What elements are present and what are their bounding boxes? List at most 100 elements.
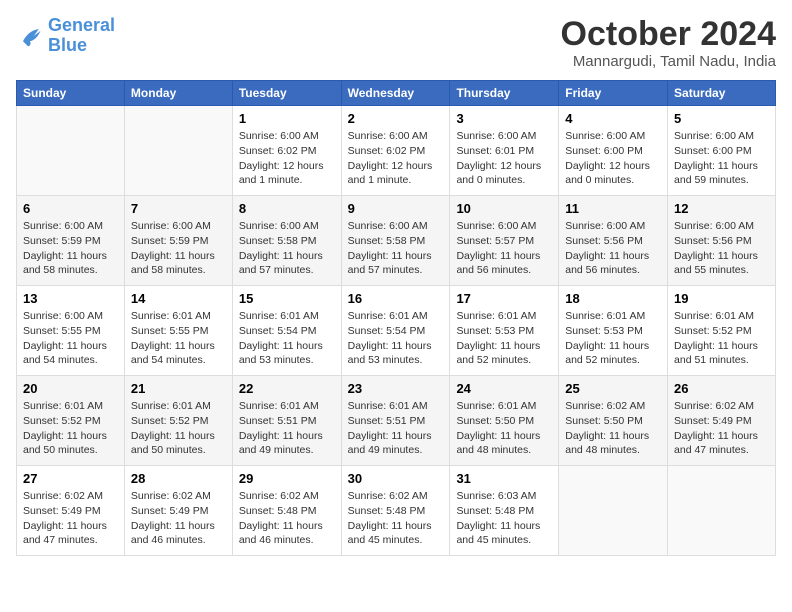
day-number: 3 [456, 111, 552, 126]
day-info: Sunrise: 6:00 AMSunset: 6:00 PMDaylight:… [674, 129, 769, 188]
day-number: 21 [131, 381, 226, 396]
day-info: Sunrise: 6:00 AMSunset: 5:59 PMDaylight:… [131, 219, 226, 278]
calendar-cell: 24 Sunrise: 6:01 AMSunset: 5:50 PMDayligh… [450, 376, 559, 466]
day-number: 7 [131, 201, 226, 216]
logo-text: General Blue [48, 16, 115, 56]
day-info: Sunrise: 6:02 AMSunset: 5:50 PMDaylight:… [565, 399, 661, 458]
day-number: 1 [239, 111, 335, 126]
day-info: Sunrise: 6:03 AMSunset: 5:48 PMDaylight:… [456, 489, 552, 548]
weekday-header: Thursday [450, 81, 559, 106]
day-number: 15 [239, 291, 335, 306]
calendar-cell: 28Sunrise: 6:02 AMSunset: 5:49 PMDayligh… [124, 466, 232, 556]
day-number: 17 [456, 291, 552, 306]
calendar-cell: 10Sunrise: 6:00 AMSunset: 5:57 PMDayligh… [450, 196, 559, 286]
day-number: 30 [348, 471, 444, 486]
calendar-cell: 21 Sunrise: 6:01 AMSunset: 5:52 PMDayligh… [124, 376, 232, 466]
calendar-cell: 27 Sunrise: 6:02 AMSunset: 5:49 PMDayligh… [17, 466, 125, 556]
calendar-cell [668, 466, 776, 556]
calendar-cell: 26Sunrise: 6:02 AMSunset: 5:49 PMDayligh… [668, 376, 776, 466]
calendar-cell: 23 Sunrise: 6:01 AMSunset: 5:51 PMDayligh… [341, 376, 450, 466]
weekday-header: Monday [124, 81, 232, 106]
day-info: Sunrise: 6:01 AMSunset: 5:54 PMDaylight:… [348, 309, 444, 368]
day-number: 14 [131, 291, 226, 306]
day-number: 10 [456, 201, 552, 216]
day-number: 6 [23, 201, 118, 216]
day-info: Sunrise: 6:00 AMSunset: 5:58 PMDaylight:… [348, 219, 444, 278]
calendar-cell: 9 Sunrise: 6:00 AMSunset: 5:58 PMDaylight… [341, 196, 450, 286]
day-number: 2 [348, 111, 444, 126]
day-number: 9 [348, 201, 444, 216]
day-info: Sunrise: 6:01 AMSunset: 5:52 PMDaylight:… [131, 399, 226, 458]
day-info: Sunrise: 6:00 AMSunset: 6:02 PMDaylight:… [239, 129, 335, 188]
calendar-cell: 17Sunrise: 6:01 AMSunset: 5:53 PMDayligh… [450, 286, 559, 376]
calendar-cell: 29 Sunrise: 6:02 AMSunset: 5:48 PMDayligh… [232, 466, 341, 556]
calendar-cell: 1 Sunrise: 6:00 AMSunset: 6:02 PMDaylight… [232, 106, 341, 196]
day-info: Sunrise: 6:00 AMSunset: 5:58 PMDaylight:… [239, 219, 335, 278]
logo: General Blue [16, 16, 115, 56]
day-number: 8 [239, 201, 335, 216]
calendar-cell [17, 106, 125, 196]
weekday-header-row: SundayMondayTuesdayWednesdayThursdayFrid… [17, 81, 776, 106]
day-info: Sunrise: 6:00 AMSunset: 6:00 PMDaylight:… [565, 129, 661, 188]
calendar-week-row: 27 Sunrise: 6:02 AMSunset: 5:49 PMDayligh… [17, 466, 776, 556]
day-number: 19 [674, 291, 769, 306]
day-number: 13 [23, 291, 118, 306]
day-number: 25 [565, 381, 661, 396]
weekday-header: Tuesday [232, 81, 341, 106]
calendar-cell: 19Sunrise: 6:01 AMSunset: 5:52 PMDayligh… [668, 286, 776, 376]
weekday-header: Saturday [668, 81, 776, 106]
day-number: 20 [23, 381, 118, 396]
calendar-week-row: 1 Sunrise: 6:00 AMSunset: 6:02 PMDaylight… [17, 106, 776, 196]
page-header: General Blue October 2024 Mannargudi, Ta… [16, 16, 776, 70]
calendar-cell: 31 Sunrise: 6:03 AMSunset: 5:48 PMDayligh… [450, 466, 559, 556]
day-info: Sunrise: 6:02 AMSunset: 5:48 PMDaylight:… [348, 489, 444, 548]
day-info: Sunrise: 6:02 AMSunset: 5:48 PMDaylight:… [239, 489, 335, 548]
calendar-cell: 2 Sunrise: 6:00 AMSunset: 6:02 PMDaylight… [341, 106, 450, 196]
calendar-cell: 22Sunrise: 6:01 AMSunset: 5:51 PMDayligh… [232, 376, 341, 466]
day-info: Sunrise: 6:01 AMSunset: 5:50 PMDaylight:… [456, 399, 552, 458]
day-info: Sunrise: 6:01 AMSunset: 5:53 PMDaylight:… [565, 309, 661, 368]
calendar-cell: 8 Sunrise: 6:00 AMSunset: 5:58 PMDaylight… [232, 196, 341, 286]
calendar-cell: 30 Sunrise: 6:02 AMSunset: 5:48 PMDayligh… [341, 466, 450, 556]
day-number: 31 [456, 471, 552, 486]
calendar-cell: 20Sunrise: 6:01 AMSunset: 5:52 PMDayligh… [17, 376, 125, 466]
calendar-cell: 13Sunrise: 6:00 AMSunset: 5:55 PMDayligh… [17, 286, 125, 376]
month-title: October 2024 [561, 16, 776, 53]
day-number: 18 [565, 291, 661, 306]
day-info: Sunrise: 6:01 AMSunset: 5:55 PMDaylight:… [131, 309, 226, 368]
calendar-cell: 5 Sunrise: 6:00 AMSunset: 6:00 PMDaylight… [668, 106, 776, 196]
calendar-cell: 16 Sunrise: 6:01 AMSunset: 5:54 PMDayligh… [341, 286, 450, 376]
calendar-cell: 15Sunrise: 6:01 AMSunset: 5:54 PMDayligh… [232, 286, 341, 376]
day-number: 24 [456, 381, 552, 396]
calendar-cell: 18 Sunrise: 6:01 AMSunset: 5:53 PMDayligh… [559, 286, 668, 376]
calendar-week-row: 13Sunrise: 6:00 AMSunset: 5:55 PMDayligh… [17, 286, 776, 376]
day-number: 27 [23, 471, 118, 486]
calendar-cell: 3Sunrise: 6:00 AMSunset: 6:01 PMDaylight… [450, 106, 559, 196]
day-info: Sunrise: 6:01 AMSunset: 5:51 PMDaylight:… [348, 399, 444, 458]
day-info: Sunrise: 6:00 AMSunset: 5:56 PMDaylight:… [565, 219, 661, 278]
day-info: Sunrise: 6:00 AMSunset: 6:02 PMDaylight:… [348, 129, 444, 188]
day-number: 5 [674, 111, 769, 126]
day-number: 29 [239, 471, 335, 486]
weekday-header: Friday [559, 81, 668, 106]
day-info: Sunrise: 6:00 AMSunset: 5:59 PMDaylight:… [23, 219, 118, 278]
day-info: Sunrise: 6:01 AMSunset: 5:51 PMDaylight:… [239, 399, 335, 458]
title-block: October 2024 Mannargudi, Tamil Nadu, Ind… [561, 16, 776, 70]
weekday-header: Sunday [17, 81, 125, 106]
day-number: 23 [348, 381, 444, 396]
day-number: 11 [565, 201, 661, 216]
day-number: 4 [565, 111, 661, 126]
calendar-cell [124, 106, 232, 196]
calendar-cell: 7 Sunrise: 6:00 AMSunset: 5:59 PMDaylight… [124, 196, 232, 286]
calendar-week-row: 6 Sunrise: 6:00 AMSunset: 5:59 PMDaylight… [17, 196, 776, 286]
weekday-header: Wednesday [341, 81, 450, 106]
calendar-cell [559, 466, 668, 556]
location-subtitle: Mannargudi, Tamil Nadu, India [561, 53, 776, 70]
calendar-cell: 25 Sunrise: 6:02 AMSunset: 5:50 PMDayligh… [559, 376, 668, 466]
calendar-week-row: 20 Sunrise: 6:01 AMSunset: 5:52 PMDayligh… [17, 376, 776, 466]
day-info: Sunrise: 6:02 AMSunset: 5:49 PMDaylight:… [23, 489, 118, 548]
calendar-cell: 12Sunrise: 6:00 AMSunset: 5:56 PMDayligh… [668, 196, 776, 286]
calendar-cell: 6 Sunrise: 6:00 AMSunset: 5:59 PMDaylight… [17, 196, 125, 286]
day-info: Sunrise: 6:02 AMSunset: 5:49 PMDaylight:… [674, 399, 769, 458]
day-number: 16 [348, 291, 444, 306]
